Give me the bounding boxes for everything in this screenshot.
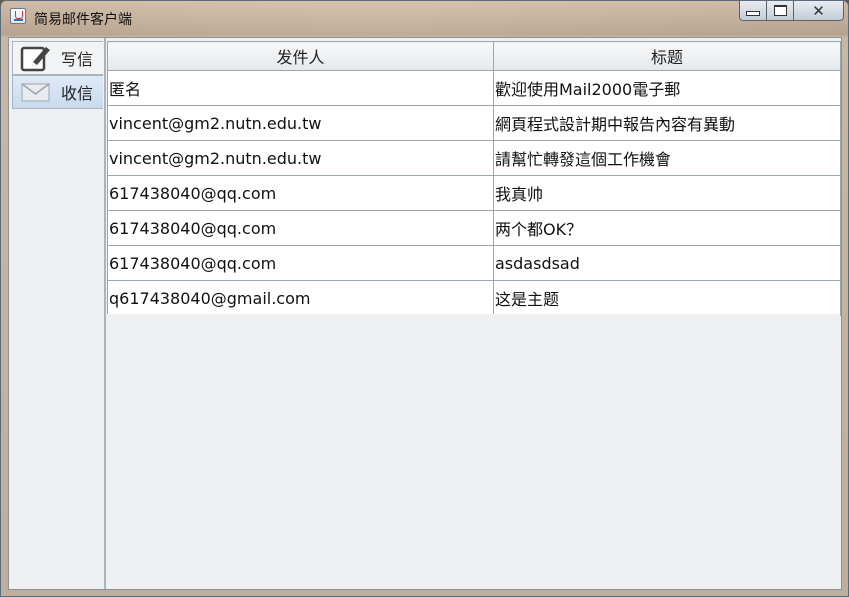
sender-cell[interactable]: 617438040@qq.com bbox=[107, 210, 494, 246]
table-empty-area bbox=[107, 314, 840, 588]
table-header-row: 发件人 标题 bbox=[107, 41, 841, 71]
close-icon: ✕ bbox=[812, 1, 825, 20]
envelope-icon bbox=[19, 77, 53, 107]
sender-cell[interactable]: 617438040@qq.com bbox=[107, 245, 494, 281]
subject-cell[interactable]: 請幫忙轉發這個工作機會 bbox=[493, 140, 841, 176]
java-app-icon bbox=[10, 8, 26, 24]
sender-cell[interactable]: 匿名 bbox=[107, 70, 494, 106]
close-button[interactable]: ✕ bbox=[794, 1, 844, 21]
sidebar-divider bbox=[104, 38, 106, 589]
tab-compose-label: 写信 bbox=[61, 50, 94, 69]
minimize-icon bbox=[746, 11, 760, 16]
minimize-button[interactable] bbox=[739, 1, 767, 21]
client-area: 写信 收信 发件人 标题 匿名 歡迎使用Mail2000電子郵 vincent@… bbox=[8, 37, 842, 590]
title-bar[interactable]: 简易邮件客户端 ✕ bbox=[1, 1, 849, 37]
tab-inbox-label: 收信 bbox=[61, 84, 94, 103]
table-row[interactable]: 617438040@qq.com 我真帅 bbox=[107, 175, 841, 211]
subject-cell[interactable]: 这是主题 bbox=[493, 280, 841, 316]
mail-table: 发件人 标题 匿名 歡迎使用Mail2000電子郵 vincent@gm2.nu… bbox=[107, 41, 841, 316]
maximize-button[interactable] bbox=[767, 1, 794, 21]
subject-cell[interactable]: 我真帅 bbox=[493, 175, 841, 211]
sidebar: 写信 收信 bbox=[10, 39, 105, 588]
sender-cell[interactable]: q617438040@gmail.com bbox=[107, 280, 494, 316]
tab-inbox[interactable]: 收信 bbox=[12, 75, 103, 109]
subject-cell[interactable]: 網頁程式設計期中報告內容有異動 bbox=[493, 105, 841, 141]
window-title: 简易邮件客户端 bbox=[34, 12, 132, 28]
column-header-sender[interactable]: 发件人 bbox=[107, 41, 494, 71]
tab-compose[interactable]: 写信 bbox=[12, 41, 103, 75]
table-row[interactable]: 匿名 歡迎使用Mail2000電子郵 bbox=[107, 70, 841, 106]
subject-cell[interactable]: asdasdsad bbox=[493, 245, 841, 281]
compose-icon bbox=[19, 43, 53, 73]
table-row[interactable]: vincent@gm2.nutn.edu.tw 網頁程式設計期中報告內容有異動 bbox=[107, 105, 841, 141]
sender-cell[interactable]: vincent@gm2.nutn.edu.tw bbox=[107, 105, 494, 141]
sender-cell[interactable]: vincent@gm2.nutn.edu.tw bbox=[107, 140, 494, 176]
subject-cell[interactable]: 歡迎使用Mail2000電子郵 bbox=[493, 70, 841, 106]
sender-cell[interactable]: 617438040@qq.com bbox=[107, 175, 494, 211]
table-row[interactable]: vincent@gm2.nutn.edu.tw 請幫忙轉發這個工作機會 bbox=[107, 140, 841, 176]
subject-cell[interactable]: 两个都OK？ bbox=[493, 210, 841, 246]
column-header-subject[interactable]: 标题 bbox=[493, 41, 841, 71]
maximize-icon bbox=[773, 5, 787, 16]
table-row[interactable]: q617438040@gmail.com 这是主题 bbox=[107, 280, 841, 316]
app-window: 简易邮件客户端 ✕ 写信 收信 发件人 标题 匿名 歡迎使用Mail2000電子… bbox=[0, 0, 849, 597]
table-row[interactable]: 617438040@qq.com asdasdsad bbox=[107, 245, 841, 281]
window-controls: ✕ bbox=[739, 1, 844, 23]
table-row[interactable]: 617438040@qq.com 两个都OK？ bbox=[107, 210, 841, 246]
